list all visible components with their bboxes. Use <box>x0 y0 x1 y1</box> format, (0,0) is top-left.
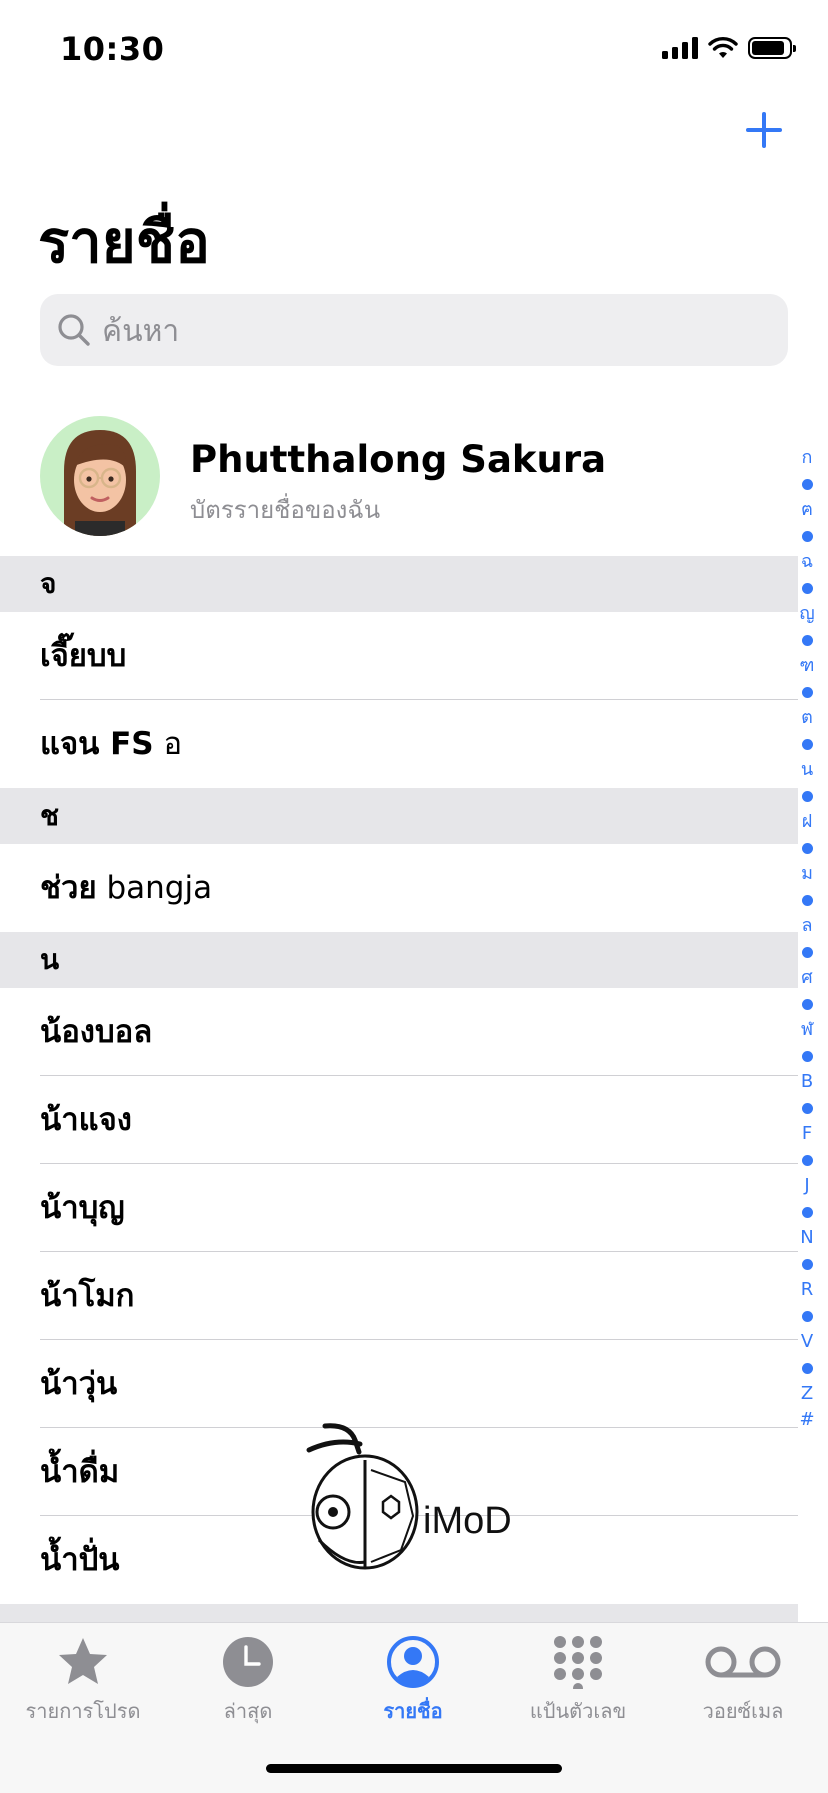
index-letter[interactable]: ฑ <box>796 653 818 679</box>
contact-name-rest: อ <box>153 726 183 762</box>
page-title: รายชื่อ <box>38 208 210 276</box>
index-dot[interactable] <box>796 471 818 497</box>
imod-logo-icon <box>306 1423 419 1570</box>
section-header: จ <box>0 556 798 612</box>
home-indicator[interactable] <box>266 1764 562 1773</box>
battery-icon <box>748 37 796 59</box>
index-dot[interactable] <box>796 1251 818 1277</box>
index-letter[interactable]: F <box>796 1121 818 1147</box>
contact-name-bold: น้าบุญ <box>40 1190 125 1226</box>
search-icon <box>58 314 90 346</box>
status-time: 10:30 <box>60 30 165 68</box>
contact-name-rest: bangja <box>96 870 213 906</box>
status-icons <box>662 36 796 60</box>
contact-name-bold: น้ำปั่น <box>40 1542 120 1578</box>
contact-row[interactable]: ช่วย bangja <box>0 844 798 932</box>
tab-label: รายชื่อ <box>383 1699 443 1723</box>
contact-row[interactable]: แจน FS อ <box>0 700 798 788</box>
index-letter[interactable]: ศ <box>796 965 818 991</box>
index-dot[interactable] <box>796 783 818 809</box>
tab-label: ล่าสุด <box>223 1699 273 1723</box>
contact-row[interactable]: น้าโมก <box>0 1252 798 1340</box>
person-circle-icon <box>386 1635 440 1689</box>
tab-label: รายการโปรด <box>25 1699 141 1723</box>
contact-name-bold: น้าวุ่น <box>40 1366 118 1402</box>
contact-row[interactable]: น้าบุญ <box>0 1164 798 1252</box>
index-dot[interactable] <box>796 991 818 1017</box>
index-letter[interactable]: Z <box>796 1381 818 1407</box>
keypad-icon <box>551 1635 605 1693</box>
index-dot[interactable] <box>796 731 818 757</box>
cellular-signal-icon <box>662 37 698 59</box>
star-icon <box>56 1635 110 1689</box>
index-letter[interactable]: ญ <box>796 601 818 627</box>
contact-name-bold: น้ำดื่ม <box>40 1454 120 1490</box>
index-dot[interactable] <box>796 627 818 653</box>
tab-contacts[interactable]: รายชื่อ <box>330 1635 496 1727</box>
tab-voicemail[interactable]: วอยซ์เมล <box>660 1635 826 1727</box>
tab-favorites[interactable]: รายการโปรด <box>0 1635 166 1727</box>
section-header: ช <box>0 788 798 844</box>
index-dot[interactable] <box>796 575 818 601</box>
index-letter[interactable]: ก <box>796 445 818 471</box>
index-dot[interactable] <box>796 939 818 965</box>
contact-name-bold: แจน FS <box>40 726 154 762</box>
contact-name-bold: น้าแจง <box>40 1102 132 1138</box>
watermark-text: iMoD <box>423 1500 512 1542</box>
index-dot[interactable] <box>796 1199 818 1225</box>
index-dot[interactable] <box>796 1303 818 1329</box>
index-letter[interactable]: ฉ <box>796 549 818 575</box>
tab-keypad[interactable]: แป้นตัวเลข <box>495 1635 661 1727</box>
index-dot[interactable] <box>796 887 818 913</box>
index-dot[interactable] <box>796 1043 818 1069</box>
contact-row[interactable]: น้าแจง <box>0 1076 798 1164</box>
tab-recents[interactable]: ล่าสุด <box>165 1635 331 1727</box>
contact-row[interactable]: เจี๊ยบบ <box>0 612 798 700</box>
wifi-icon <box>708 37 738 58</box>
my-card-subtitle: บัตรรายชื่อของฉัน <box>190 496 381 524</box>
index-letter[interactable]: J <box>796 1173 818 1199</box>
index-dot[interactable] <box>796 679 818 705</box>
index-letter[interactable]: ฬ <box>796 1017 818 1043</box>
contact-name-bold: เจี๊ยบบ <box>40 638 127 674</box>
index-letter[interactable]: ต <box>796 705 818 731</box>
index-letter[interactable]: ฝ <box>796 809 818 835</box>
search-input[interactable] <box>100 294 764 368</box>
index-letter[interactable]: # <box>796 1407 818 1433</box>
index-letter[interactable]: B <box>796 1069 818 1095</box>
index-dot[interactable] <box>796 835 818 861</box>
my-card[interactable]: Phutthalong Sakura บัตรรายชื่อของฉัน <box>0 410 790 540</box>
index-letter[interactable]: N <box>796 1225 818 1251</box>
add-contact-button[interactable] <box>742 108 786 152</box>
index-dot[interactable] <box>796 1147 818 1173</box>
section-index-bar[interactable]: กฅฉญฑตนฝมลศฬ B F J N R V Z # <box>796 445 818 1433</box>
index-dot[interactable] <box>796 1355 818 1381</box>
tab-label: แป้นตัวเลข <box>529 1699 627 1723</box>
imod-watermark: iMoD <box>305 1420 535 1580</box>
tab-label: วอยซ์เมล <box>702 1699 784 1723</box>
avatar <box>40 416 160 536</box>
index-dot[interactable] <box>796 523 818 549</box>
index-letter[interactable]: V <box>796 1329 818 1355</box>
section-header: น <box>0 932 798 988</box>
index-letter[interactable]: ล <box>796 913 818 939</box>
index-letter[interactable]: น <box>796 757 818 783</box>
contact-row[interactable]: น้องบอล <box>0 988 798 1076</box>
voicemail-icon <box>703 1635 783 1689</box>
index-dot[interactable] <box>796 1095 818 1121</box>
contact-name-bold: น้องบอล <box>40 1014 153 1050</box>
contact-name-bold: น้าโมก <box>40 1278 135 1314</box>
index-letter[interactable]: R <box>796 1277 818 1303</box>
clock-icon <box>221 1635 275 1689</box>
index-letter[interactable]: ฅ <box>796 497 818 523</box>
search-bar[interactable] <box>40 294 788 368</box>
index-letter[interactable]: ม <box>796 861 818 887</box>
contact-row[interactable]: น้าวุ่น <box>0 1340 798 1428</box>
my-card-name: Phutthalong Sakura <box>190 438 607 481</box>
status-bar: 10:30 <box>0 0 828 100</box>
contact-name-bold: ช่วย <box>40 870 97 906</box>
